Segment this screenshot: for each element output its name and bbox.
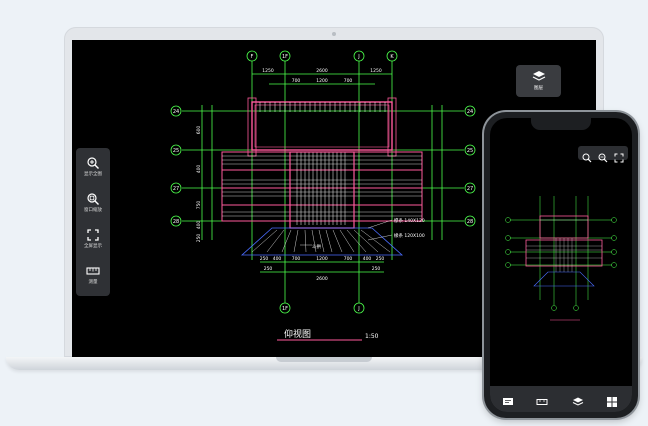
zoom-window-icon (87, 193, 99, 205)
left-toolbar: 显示全图 窗口缩放 全屏显示 测量 (76, 148, 110, 296)
phone-layers-button[interactable] (572, 393, 584, 406)
zoom-in-button[interactable] (582, 148, 592, 163)
grid-icon (607, 397, 617, 407)
phone-zoom-controls (578, 146, 628, 163)
label-bracket: 斗拱 (312, 243, 321, 250)
phone-notch (531, 118, 591, 130)
laptop-notch (276, 357, 372, 362)
zoom-fit-button[interactable]: 显示全图 (76, 152, 110, 188)
fullscreen-label: 全屏显示 (84, 244, 102, 249)
dim-bot-4: 1200 (316, 256, 328, 262)
axis-top-1: F (251, 54, 254, 60)
dim-bot2-3: 250 (372, 266, 381, 272)
axis-left-3: 27 (173, 186, 179, 192)
dim-left-1: 600 (196, 126, 202, 135)
dim-bot-2: 400 (273, 256, 282, 262)
ruler-icon (536, 399, 548, 405)
dim-top2-1: 700 (292, 78, 301, 84)
label-purlin: 檩条 140X120 (394, 217, 425, 224)
dim-bot-1: 250 (260, 256, 269, 262)
axis-left-4: 28 (173, 219, 179, 225)
zoom-out-icon (598, 153, 608, 163)
zoom-window-label: 窗口缩放 (84, 208, 102, 213)
dim-top-3: 1250 (370, 68, 382, 74)
axis-bottom-1: 1F (282, 306, 288, 312)
phone-cad-drawing[interactable] (500, 190, 622, 330)
layer-button[interactable]: 图层 (516, 65, 561, 97)
label-rafter: 椽条 120X100 (394, 232, 425, 239)
dim-bot-6: 400 (363, 256, 372, 262)
axis-top-3: J (357, 54, 359, 60)
dim-top2-2: 1200 (316, 78, 328, 84)
ruler-icon (86, 267, 100, 275)
layers-icon (532, 71, 545, 81)
layer-label: 图层 (534, 86, 543, 91)
dim-bot-3: 700 (292, 256, 301, 262)
phone-frame (484, 112, 638, 418)
measure-label: 测量 (88, 280, 98, 285)
drawing-scale: 1:50 (365, 333, 379, 340)
phone-grid-button[interactable] (606, 393, 618, 407)
zoom-fit-label: 显示全图 (84, 172, 102, 177)
phone-comment-button[interactable] (502, 393, 514, 405)
axis-left-2: 25 (173, 148, 179, 154)
axis-top-2: 1F (282, 54, 288, 60)
axis-right-4: 28 (467, 219, 473, 225)
axis-right-3: 27 (467, 186, 473, 192)
axis-right-1: 24 (467, 109, 473, 115)
dim-left-4: 400 (196, 221, 202, 230)
dim-bot2-1: 250 (264, 266, 273, 272)
axis-bottom-2: J (357, 306, 359, 312)
zoom-in-icon (582, 153, 592, 163)
dim-top2-3: 700 (344, 78, 353, 84)
dim-bot-5: 700 (344, 256, 353, 262)
phone-measure-button[interactable] (536, 393, 548, 405)
fullscreen-icon (87, 229, 99, 241)
dim-left-3: 750 (196, 201, 202, 210)
phone-screen (490, 118, 632, 412)
layers-icon (572, 397, 584, 406)
dim-bot2-2: 2600 (316, 276, 328, 282)
zoom-window-button[interactable]: 窗口缩放 (76, 188, 110, 224)
axis-left-1: 24 (173, 109, 179, 115)
dim-bot-7: 250 (376, 256, 385, 262)
fullscreen-icon (614, 153, 624, 163)
dim-left-5: 250 (196, 234, 202, 243)
comment-icon (503, 398, 513, 405)
measure-button[interactable]: 测量 (76, 260, 110, 296)
camera (332, 32, 336, 36)
dim-top-2: 2600 (316, 68, 328, 74)
fullscreen-button[interactable]: 全屏显示 (76, 224, 110, 260)
phone-toolbar (490, 386, 632, 412)
dim-left-2: 400 (196, 165, 202, 174)
zoom-out-button[interactable] (598, 148, 608, 163)
zoom-fit-icon (87, 157, 99, 169)
axis-right-2: 25 (467, 148, 473, 154)
phone-fullscreen-button[interactable] (614, 148, 624, 163)
drawing-title: 仰视图 (284, 328, 311, 340)
dim-top-1: 1250 (262, 68, 274, 74)
